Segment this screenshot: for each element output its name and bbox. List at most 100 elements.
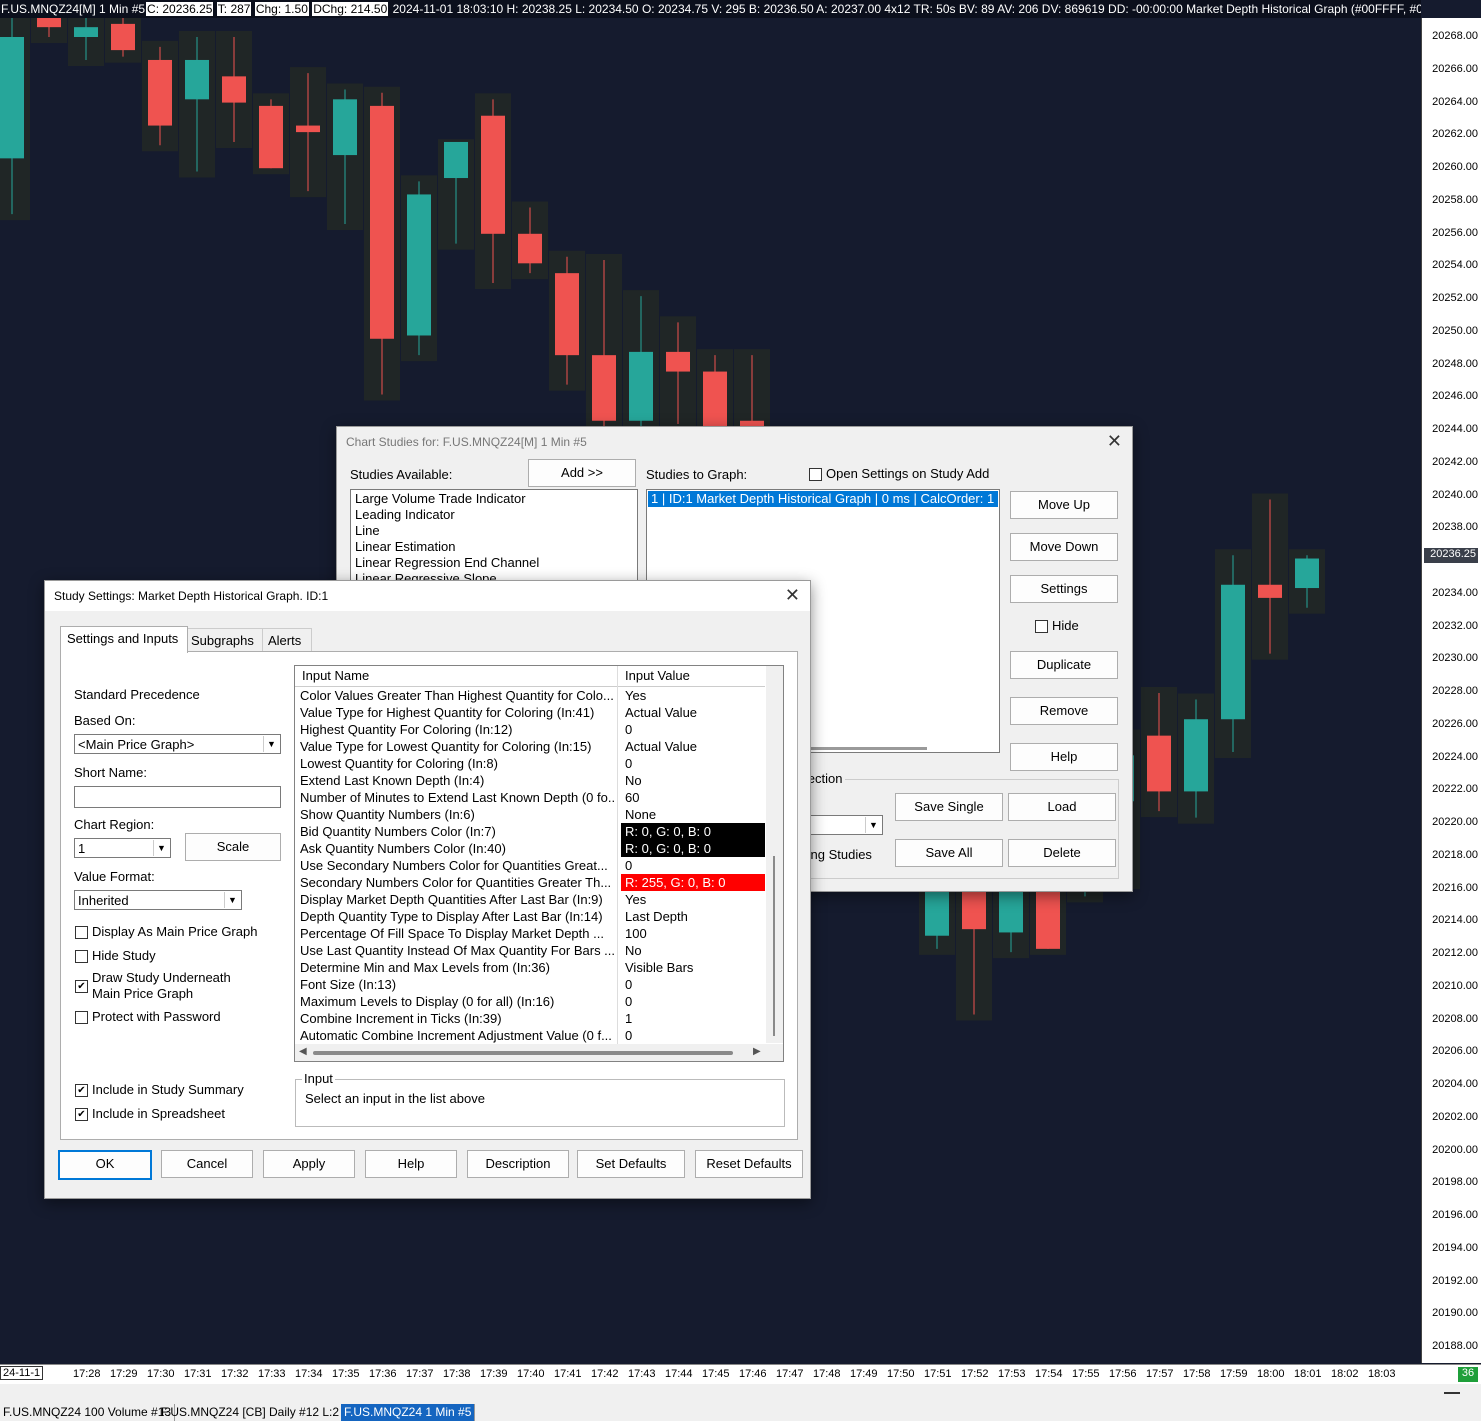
input-value-cell[interactable]: R: 0, G: 0, B: 0 (621, 840, 765, 857)
input-value-cell[interactable]: None (621, 806, 765, 823)
input-name-cell[interactable]: Secondary Numbers Color for Quantities G… (300, 874, 615, 891)
input-name-cell[interactable]: Use Last Quantity Instead Of Max Quantit… (300, 942, 615, 959)
grid-vertical-scrollbar[interactable] (766, 666, 783, 1043)
input-value-cell[interactable]: Last Depth (621, 908, 765, 925)
scroll-right-icon[interactable]: ▶ (753, 1046, 761, 1057)
input-value-cell[interactable]: R: 0, G: 0, B: 0 (621, 823, 765, 840)
input-value-cell[interactable]: 0 (621, 857, 765, 874)
input-name-header[interactable]: Input Name (302, 668, 369, 683)
minimize-icon[interactable] (1444, 1392, 1460, 1394)
input-value-cell[interactable]: Actual Value (621, 738, 765, 755)
close-icon[interactable]: ✕ (1107, 431, 1122, 452)
apply-button[interactable]: Apply (263, 1150, 355, 1178)
list-hscroll[interactable] (807, 747, 927, 750)
table-row[interactable]: Display Market Depth Quantities After La… (295, 891, 765, 908)
input-name-cell[interactable]: Automatic Combine Increment Adjustment V… (300, 1027, 615, 1044)
hide-checkbox[interactable] (1035, 620, 1048, 633)
table-row[interactable]: Highest Quantity For Coloring (In:12) 0 (295, 721, 765, 738)
input-value-cell[interactable]: 100 (621, 925, 765, 942)
chart-tab-volume[interactable]: F.US.MNQZ24 100 Volume #13 (0, 1404, 176, 1421)
move-up-button[interactable]: Move Up (1010, 491, 1118, 519)
input-name-cell[interactable]: Show Quantity Numbers (In:6) (300, 806, 615, 823)
inputs-grid[interactable]: Input Name Input Value Color Values Grea… (294, 665, 784, 1062)
table-row[interactable]: Ask Quantity Numbers Color (In:40) R: 0, … (295, 840, 765, 857)
input-value-cell[interactable]: Yes (621, 891, 765, 908)
value-format-select[interactable]: Inherited ▼ (74, 890, 242, 910)
input-name-cell[interactable]: Percentage Of Fill Space To Display Mark… (300, 925, 615, 942)
chart-region-select[interactable]: 1 ▼ (74, 838, 171, 858)
scroll-thumb[interactable] (313, 1051, 733, 1055)
table-row[interactable]: Number of Minutes to Extend Last Known D… (295, 789, 765, 806)
open-settings-checkbox[interactable] (809, 468, 822, 481)
save-all-button[interactable]: Save All (895, 839, 1003, 867)
table-row[interactable]: Determine Min and Max Levels from (In:36… (295, 959, 765, 976)
scale-button[interactable]: Scale (185, 833, 281, 861)
input-name-cell[interactable]: Use Secondary Numbers Color for Quantiti… (300, 857, 615, 874)
input-name-cell[interactable]: Color Values Greater Than Highest Quanti… (300, 687, 615, 704)
input-name-cell[interactable]: Font Size (In:13) (300, 976, 615, 993)
table-row[interactable]: Automatic Combine Increment Adjustment V… (295, 1027, 765, 1044)
delete-button[interactable]: Delete (1008, 839, 1116, 867)
chart-tab-daily[interactable]: F.US.MNQZ24 [CB] Daily #12 L:2 (158, 1404, 344, 1421)
description-button[interactable]: Description (467, 1150, 569, 1178)
close-icon[interactable]: ✕ (785, 585, 800, 606)
chart-tab-1min[interactable]: F.US.MNQZ24 1 Min #5 (341, 1404, 476, 1421)
input-name-cell[interactable]: Bid Quantity Numbers Color (In:7) (300, 823, 615, 840)
price-axis[interactable]: 20268.00 20266.00 20264.00 20262.00 20260.00… (1421, 18, 1481, 1363)
tab-subgraphs[interactable]: Subgraphs (186, 628, 263, 651)
input-name-cell[interactable]: Extend Last Known Depth (In:4) (300, 772, 615, 789)
table-row[interactable]: Combine Increment in Ticks (In:39) 1 (295, 1010, 765, 1027)
table-row[interactable]: Secondary Numbers Color for Quantities G… (295, 874, 765, 891)
cancel-button[interactable]: Cancel (161, 1150, 253, 1178)
input-name-cell[interactable]: Value Type for Highest Quantity for Colo… (300, 704, 615, 721)
input-name-cell[interactable]: Value Type for Lowest Quantity for Color… (300, 738, 615, 755)
set-defaults-button[interactable]: Set Defaults (577, 1150, 685, 1178)
protect-password-checkbox[interactable] (75, 1011, 88, 1024)
grid-horizontal-scrollbar[interactable]: ◀ ▶ (295, 1044, 783, 1061)
study-summary-checkbox[interactable]: ✔ (75, 1084, 88, 1097)
input-name-cell[interactable]: Determine Min and Max Levels from (In:36… (300, 959, 615, 976)
table-row[interactable]: Use Last Quantity Instead Of Max Quantit… (295, 942, 765, 959)
list-item[interactable]: Large Volume Trade Indicator (355, 491, 633, 507)
input-value-cell[interactable]: 0 (621, 721, 765, 738)
input-name-cell[interactable]: Combine Increment in Ticks (In:39) (300, 1010, 615, 1027)
table-row[interactable]: Color Values Greater Than Highest Quanti… (295, 687, 765, 704)
table-row[interactable]: Percentage Of Fill Space To Display Mark… (295, 925, 765, 942)
list-item[interactable]: Leading Indicator (355, 507, 633, 523)
input-value-cell[interactable]: Actual Value (621, 704, 765, 721)
input-name-cell[interactable]: Depth Quantity Type to Display After Las… (300, 908, 615, 925)
input-value-cell[interactable]: No (621, 942, 765, 959)
based-on-select[interactable]: <Main Price Graph> ▼ (74, 734, 281, 754)
hide-study-checkbox[interactable] (75, 950, 88, 963)
remove-button[interactable]: Remove (1010, 697, 1118, 725)
input-value-header[interactable]: Input Value (625, 668, 690, 683)
duplicate-button[interactable]: Duplicate (1010, 651, 1118, 679)
input-value-cell[interactable]: 0 (621, 1027, 765, 1044)
input-value-cell[interactable]: 0 (621, 976, 765, 993)
list-item[interactable]: Line (355, 523, 633, 539)
input-name-cell[interactable]: Lowest Quantity for Coloring (In:8) (300, 755, 615, 772)
spreadsheet-checkbox[interactable]: ✔ (75, 1108, 88, 1121)
input-value-cell[interactable]: No (621, 772, 765, 789)
input-name-cell[interactable]: Highest Quantity For Coloring (In:12) (300, 721, 615, 738)
table-row[interactable]: Font Size (In:13) 0 (295, 976, 765, 993)
input-name-cell[interactable]: Ask Quantity Numbers Color (In:40) (300, 840, 615, 857)
reset-defaults-button[interactable]: Reset Defaults (695, 1150, 803, 1178)
table-row[interactable]: Use Secondary Numbers Color for Quantiti… (295, 857, 765, 874)
draw-underneath-checkbox[interactable]: ✔ (75, 980, 88, 993)
input-value-cell[interactable]: 1 (621, 1010, 765, 1027)
table-row[interactable]: Bid Quantity Numbers Color (In:7) R: 0, G… (295, 823, 765, 840)
display-as-main-checkbox[interactable] (75, 926, 88, 939)
table-row[interactable]: Depth Quantity Type to Display After Las… (295, 908, 765, 925)
list-item[interactable]: Linear Estimation (355, 539, 633, 555)
table-row[interactable]: Lowest Quantity for Coloring (In:8) 0 (295, 755, 765, 772)
graphed-study-item[interactable]: 1 | ID:1 Market Depth Historical Graph |… (648, 491, 998, 507)
short-name-input[interactable] (74, 786, 281, 808)
table-row[interactable]: Show Quantity Numbers (In:6) None (295, 806, 765, 823)
input-value-cell[interactable]: 0 (621, 755, 765, 772)
input-name-cell[interactable]: Number of Minutes to Extend Last Known D… (300, 789, 615, 806)
table-row[interactable]: Maximum Levels to Display (0 for all) (I… (295, 993, 765, 1010)
move-down-button[interactable]: Move Down (1010, 533, 1118, 561)
table-row[interactable]: Extend Last Known Depth (In:4) No (295, 772, 765, 789)
studies-available-list[interactable]: Large Volume Trade Indicator Leading Ind… (350, 489, 638, 591)
